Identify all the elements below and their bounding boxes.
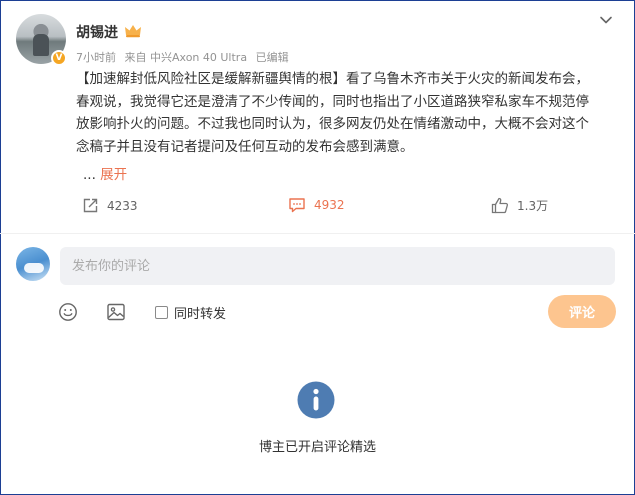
verified-badge: V — [51, 50, 67, 66]
repost-count: 4233 — [107, 198, 138, 213]
post-content-line: 【加速解封低风险社区是缓解新疆舆情的根】看了乌鲁木齐市关于火灾的新闻发布会， — [76, 71, 589, 87]
author-name[interactable]: 胡锡进 — [76, 22, 118, 42]
post-source: 来自 中兴Axon 40 Ultra — [124, 51, 248, 64]
current-user-avatar[interactable] — [16, 247, 50, 281]
action-bar: 4233 4932 1.3万 — [0, 197, 635, 217]
repost-button[interactable]: 4233 — [82, 197, 138, 214]
post-time[interactable]: 7小时前 — [76, 51, 116, 64]
post-content-line: 春观说，我觉得它还是澄清了不少传闻的，同时也指出了小区道路狭窄私家车不规范停 — [76, 93, 589, 110]
post-content-line: 放影响扑火的问题。不过我也同时认为，很多网友仍处在情绪激动中，大概不会对这个 — [76, 116, 589, 132]
comment-input[interactable] — [60, 247, 615, 285]
like-button[interactable]: 1.3万 — [491, 197, 548, 214]
section-divider — [0, 233, 635, 234]
thumbs-up-icon — [491, 197, 509, 214]
ellipsis: ... — [83, 167, 96, 183]
repost-checkbox-label: 同时转发 — [174, 307, 227, 322]
comment-selection-notice: 博主已开启评论精选 — [258, 440, 376, 455]
post-content: 【加速解封低风险社区是缓解新疆舆情的根】看了乌鲁木齐市关于火灾的新闻发布会， 春… — [76, 68, 616, 158]
emoji-icon[interactable] — [58, 302, 78, 322]
repost-icon — [83, 198, 98, 213]
expand-row: ... 展开 — [83, 163, 127, 183]
info-icon — [297, 381, 335, 419]
avatar-figure — [33, 34, 49, 56]
comment-icon — [289, 198, 305, 213]
post-meta: 7小时前 来自 中兴Axon 40 Ultra 已编辑 — [76, 49, 289, 65]
expand-link[interactable]: 展开 — [100, 167, 127, 183]
submit-comment-button[interactable]: 评论 — [548, 295, 616, 328]
post-content-line: 念稿子并且没有记者提问及任何互动的发布会感到满意。 — [76, 138, 414, 155]
comment-count: 4932 — [314, 198, 345, 212]
checkbox-box[interactable] — [155, 306, 168, 319]
post-edited[interactable]: 已编辑 — [256, 51, 289, 64]
comment-button[interactable]: 4932 — [288, 197, 345, 213]
chevron-down-icon[interactable] — [599, 13, 613, 27]
avatar-cloud — [24, 263, 44, 273]
crown-member-icon[interactable] — [124, 24, 142, 38]
like-count: 1.3万 — [517, 199, 549, 213]
image-icon[interactable] — [106, 302, 126, 322]
repost-checkbox[interactable]: 同时转发 — [155, 303, 226, 322]
